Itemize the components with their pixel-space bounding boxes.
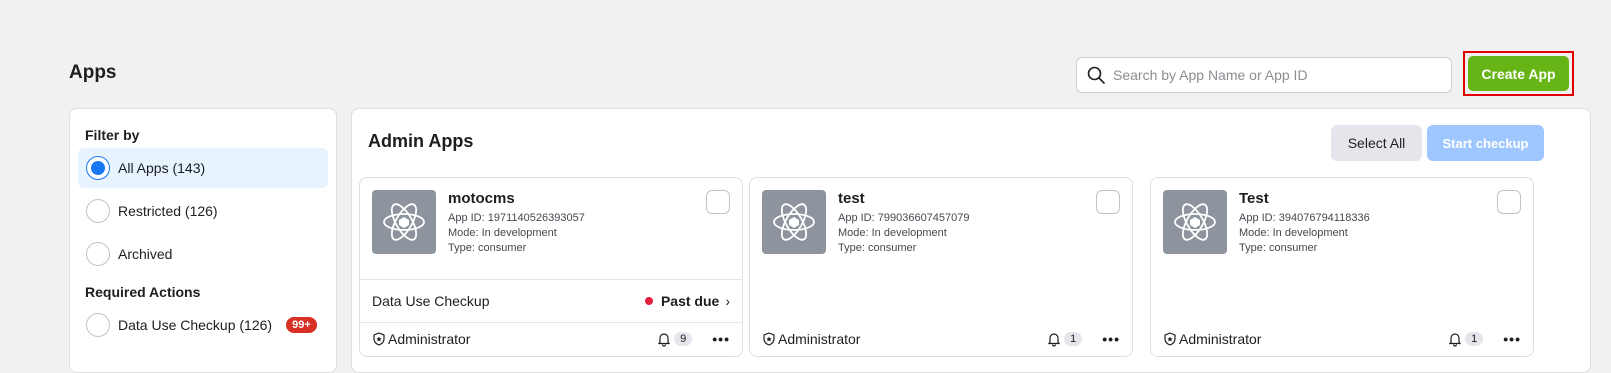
admin-apps-panel: Admin Apps Select All Start checkup moto…: [351, 108, 1591, 373]
filter-option-label: Restricted (126): [118, 203, 218, 219]
app-id: App ID: 1971140526393057: [448, 212, 585, 224]
app-id: App ID: 394076794118336: [1239, 212, 1370, 224]
radio-button[interactable]: [86, 242, 110, 266]
app-mode: Mode: In development: [448, 227, 557, 239]
filter-option-archived[interactable]: Archived: [78, 234, 328, 274]
bell-icon: [658, 333, 671, 347]
page-title: Apps: [69, 62, 117, 83]
app-atom-icon: [372, 190, 436, 254]
filter-option-label: Data Use Checkup (126): [118, 317, 273, 333]
notifications[interactable]: 1: [1447, 331, 1484, 347]
app-atom-icon: [762, 190, 826, 254]
more-options-icon[interactable]: •••: [1503, 331, 1521, 347]
filter-heading: Filter by: [85, 127, 140, 143]
app-select-checkbox[interactable]: [1096, 190, 1120, 214]
app-select-checkbox[interactable]: [706, 190, 730, 214]
required-actions-heading: Required Actions: [85, 284, 201, 300]
app-type: Type: consumer: [448, 242, 527, 254]
create-app-button[interactable]: Create App: [1468, 56, 1569, 91]
app-card[interactable]: Test App ID: 394076794118336 Mode: In de…: [1150, 177, 1534, 357]
filter-panel: Filter by All Apps (143) Restricted (126…: [69, 108, 337, 373]
role-label: Administrator: [388, 331, 471, 347]
role: Administrator: [372, 331, 470, 347]
role-label: Administrator: [778, 331, 861, 347]
section-title: Admin Apps: [368, 131, 474, 151]
app-card[interactable]: motocms App ID: 1971140526393057 Mode: I…: [359, 177, 743, 357]
app-mode: Mode: In development: [1239, 227, 1348, 239]
filter-option-label: All Apps (143): [118, 160, 206, 176]
role: Administrator: [1163, 331, 1261, 347]
chevron-right-icon: ›: [725, 293, 730, 309]
radio-button[interactable]: [86, 156, 110, 180]
radio-button[interactable]: [86, 199, 110, 223]
notifications[interactable]: 9: [656, 331, 693, 347]
app-type: Type: consumer: [838, 242, 917, 254]
checkup-status[interactable]: Past due ›: [644, 293, 730, 309]
app-name[interactable]: motocms: [448, 190, 515, 207]
data-use-checkup-row[interactable]: Data Use Checkup Past due ›: [360, 279, 742, 323]
app-atom-icon: [1163, 190, 1227, 254]
shield-icon: [1164, 332, 1176, 346]
app-name[interactable]: Test: [1239, 190, 1269, 207]
notification-count: 9: [674, 332, 693, 346]
shield-icon: [763, 332, 775, 346]
filter-option-label: Archived: [118, 246, 173, 262]
app-mode: Mode: In development: [838, 227, 947, 239]
app-card[interactable]: test App ID: 799036607457079 Mode: In de…: [749, 177, 1133, 357]
app-name[interactable]: test: [838, 190, 865, 207]
app-id: App ID: 799036607457079: [838, 212, 970, 224]
select-all-button[interactable]: Select All: [1331, 125, 1422, 161]
card-footer: Administrator 1 •••: [750, 322, 1132, 356]
filter-option-data-use-checkup[interactable]: Data Use Checkup (126) 99+: [78, 305, 328, 345]
shield-icon: [373, 332, 385, 346]
start-checkup-button[interactable]: Start checkup: [1427, 125, 1544, 161]
role-label: Administrator: [1179, 331, 1262, 347]
search-input[interactable]: [1113, 67, 1433, 83]
checkup-status-text: Past due: [660, 293, 720, 309]
card-footer: Administrator 9 •••: [360, 322, 742, 356]
search-box[interactable]: [1076, 57, 1452, 93]
more-options-icon[interactable]: •••: [1102, 331, 1120, 347]
bell-icon: [1449, 333, 1462, 347]
notification-count: 1: [1064, 332, 1083, 346]
app-select-checkbox[interactable]: [1497, 190, 1521, 214]
notification-count: 1: [1465, 332, 1484, 346]
count-badge: 99+: [286, 317, 317, 333]
filter-option-all-apps[interactable]: All Apps (143): [78, 148, 328, 188]
role: Administrator: [762, 331, 860, 347]
more-options-icon[interactable]: •••: [712, 331, 730, 347]
filter-option-restricted[interactable]: Restricted (126): [78, 191, 328, 231]
create-app-highlight: Create App: [1463, 51, 1574, 96]
notifications[interactable]: 1: [1046, 331, 1083, 347]
card-footer: Administrator 1 •••: [1151, 322, 1533, 356]
search-icon: [1087, 66, 1105, 84]
radio-button[interactable]: [86, 313, 110, 337]
status-dot-icon: [644, 297, 653, 305]
bell-icon: [1048, 333, 1061, 347]
app-type: Type: consumer: [1239, 242, 1318, 254]
checkup-label: Data Use Checkup: [372, 293, 490, 309]
